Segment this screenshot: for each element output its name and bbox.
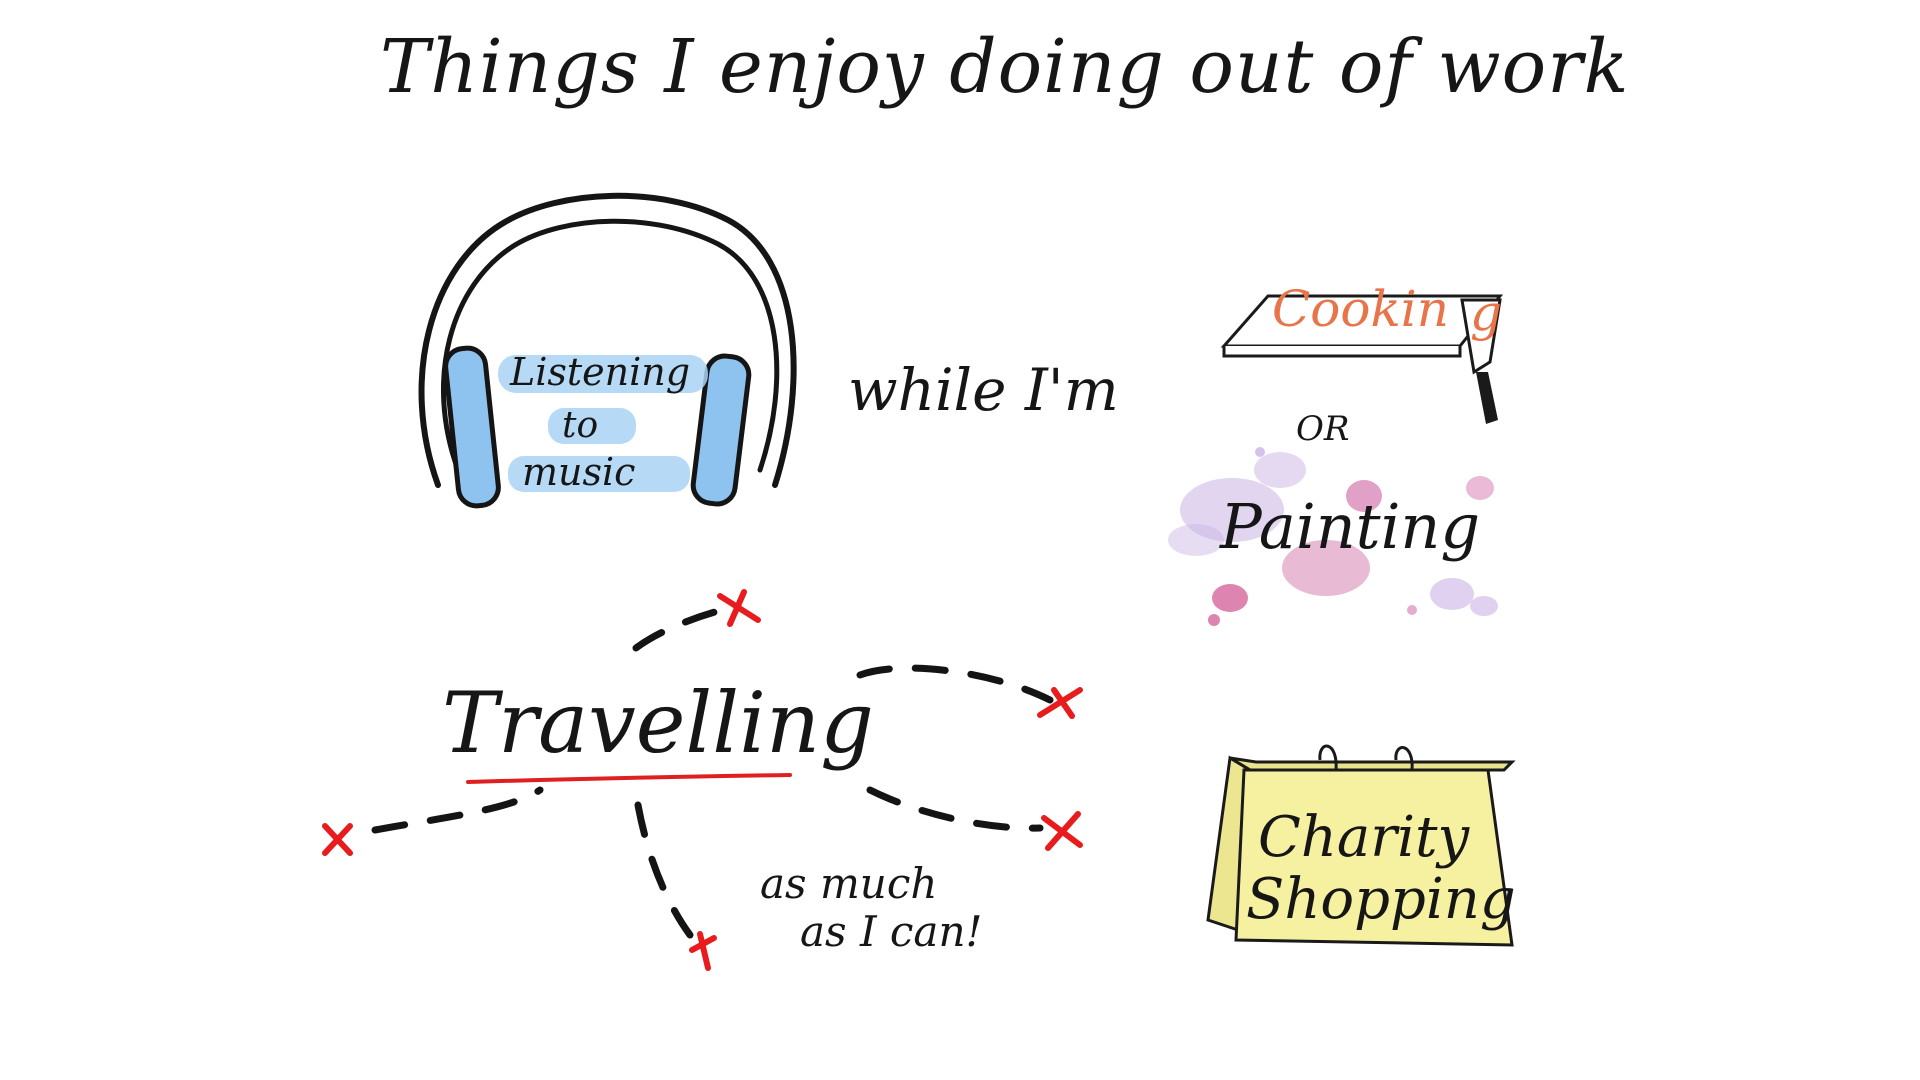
or-text: OR [1296,409,1349,449]
music-label-line-1: Listening [509,350,690,394]
connector-text: while I'm [848,356,1119,424]
x-mark-icon [717,589,761,627]
cooking-label: Cookin [1272,280,1449,338]
travelling-note-line-1: as much [760,859,937,908]
music-label-line-3: music [522,450,635,494]
x-mark-icon [689,931,717,971]
travelling-label: Travelling [442,674,874,772]
sketchnote-canvas: Things I enjoy doing out of work Listeni… [322,24,1629,971]
x-mark-icon [322,823,353,856]
painting-label: Painting [1219,490,1480,563]
cooking-label-end: g [1470,284,1502,342]
charity-label-line-1: Charity [1258,805,1470,870]
travelling-note-line-2: as I can! [800,907,982,956]
music-label-line-2: to [562,405,598,446]
page-title: Things I enjoy doing out of work [380,24,1629,110]
x-mark-icon [1041,811,1083,851]
x-mark-icon [1037,687,1083,719]
travelling-underline [466,773,792,784]
charity-label-line-2: Shopping [1246,867,1516,932]
travelling-note: as much as I can! [760,859,982,956]
